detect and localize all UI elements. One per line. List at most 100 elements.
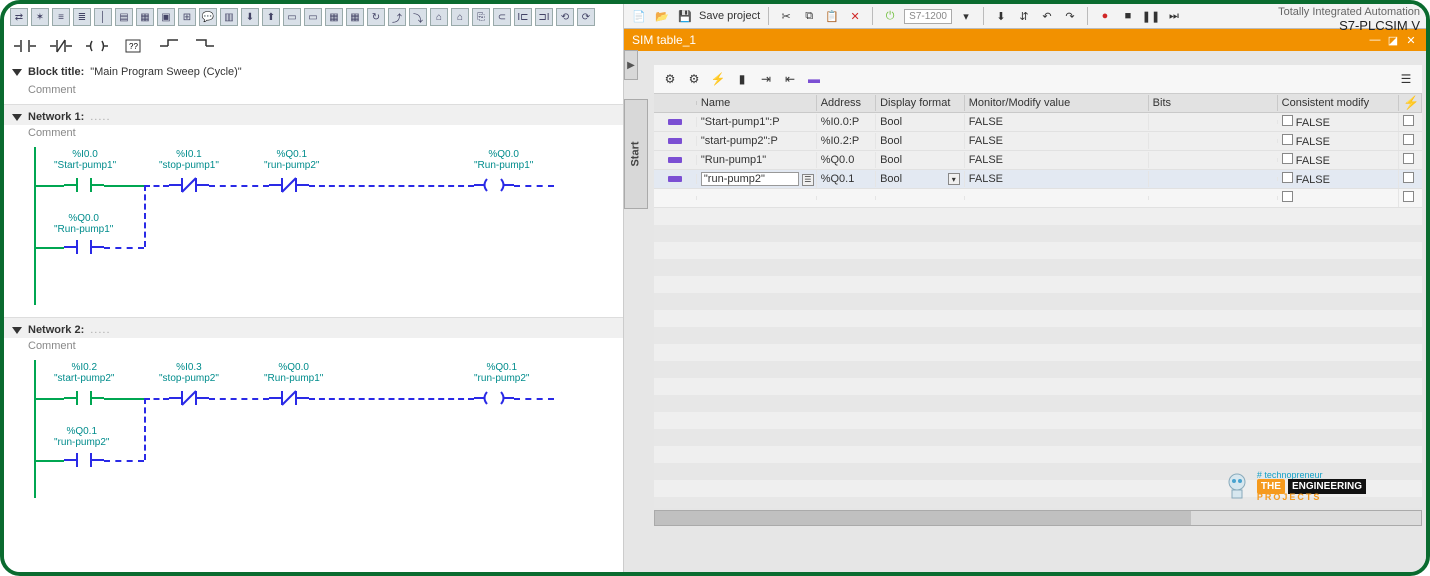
tool-icon[interactable]: ▭ xyxy=(283,8,301,26)
horizontal-scrollbar[interactable] xyxy=(654,510,1422,526)
contact-nc-icon[interactable] xyxy=(48,36,74,56)
branch-open-icon[interactable] xyxy=(156,36,182,56)
checkbox[interactable] xyxy=(1403,134,1414,145)
coil[interactable] xyxy=(474,177,514,196)
block-comment[interactable]: Comment xyxy=(4,82,623,98)
network-header[interactable]: Network 1: ..... xyxy=(4,104,623,125)
ladder-network-2[interactable]: %I0.2"start-pump2" %I0.3"stop-pump2" %Q0… xyxy=(4,354,623,504)
tag-icon[interactable]: ▬ xyxy=(804,69,824,89)
compare-icon[interactable]: ⇵ xyxy=(1015,7,1033,25)
checkbox[interactable] xyxy=(1403,115,1414,126)
close-icon[interactable]: ✕ xyxy=(1404,33,1418,47)
record-icon[interactable]: ● xyxy=(1096,7,1114,25)
table-row[interactable]: "Start-pump1":P %I0.0:P Bool FALSE FALSE xyxy=(654,113,1422,132)
contact-nc[interactable] xyxy=(169,177,209,196)
checkbox[interactable] xyxy=(1282,172,1293,183)
tool-icon[interactable]: │ xyxy=(94,8,112,26)
tool-icon[interactable]: ▮ xyxy=(732,69,752,89)
tool-icon[interactable]: ↻ xyxy=(367,8,385,26)
table-row[interactable]: "Run-pump1" %Q0.0 Bool FALSE FALSE xyxy=(654,151,1422,170)
branch-close-icon[interactable] xyxy=(192,36,218,56)
network-comment[interactable]: Comment xyxy=(4,338,623,354)
tool-icon[interactable]: ⤵ xyxy=(409,8,427,26)
contact-no[interactable] xyxy=(64,390,104,409)
save-project-button[interactable]: Save project xyxy=(699,10,760,22)
tool-icon[interactable]: ⊞ xyxy=(178,8,196,26)
col-monitor[interactable]: Monitor/Modify value xyxy=(965,95,1149,111)
tool-icon[interactable]: ✶ xyxy=(31,8,49,26)
tool-icon[interactable]: ⇄ xyxy=(10,8,28,26)
tool-icon[interactable]: ⟳ xyxy=(577,8,595,26)
box-icon[interactable]: ?? xyxy=(120,36,146,56)
tool-icon[interactable]: ⬇ xyxy=(241,8,259,26)
table-row[interactable]: "start-pump2":P %I0.2:P Bool FALSE FALSE xyxy=(654,132,1422,151)
copy-icon[interactable]: ⧉ xyxy=(800,7,818,25)
chevron-down-icon[interactable]: ▾ xyxy=(957,7,975,25)
power-icon[interactable]: ⏻ xyxy=(881,7,899,25)
options-icon[interactable]: ☰ xyxy=(1396,69,1416,89)
contact-no[interactable] xyxy=(64,239,104,258)
tool-icon[interactable]: ≡ xyxy=(52,8,70,26)
tool-icon[interactable]: 💬 xyxy=(199,8,217,26)
tool-icon[interactable]: ▥ xyxy=(220,8,238,26)
chevron-down-icon[interactable]: ▾ xyxy=(948,173,960,185)
tool-icon[interactable]: ▭ xyxy=(304,8,322,26)
table-row[interactable]: "run-pump2"☰ %Q0.1 Bool▾ FALSE FALSE xyxy=(654,170,1422,189)
collapse-icon[interactable] xyxy=(12,114,22,121)
collapse-icon[interactable] xyxy=(12,327,22,334)
ladder-network-1[interactable]: %I0.0"Start-pump1" %I0.1"stop-pump1" %Q0… xyxy=(4,141,623,311)
tool-icon[interactable]: ▦ xyxy=(346,8,364,26)
device-select[interactable]: S7-1200 xyxy=(904,9,952,24)
checkbox[interactable] xyxy=(1282,191,1293,202)
collapse-icon[interactable] xyxy=(12,69,22,76)
gear-icon[interactable]: ⚙ xyxy=(660,69,680,89)
stop-icon[interactable]: ■ xyxy=(1119,7,1137,25)
coil-icon[interactable] xyxy=(84,36,110,56)
tool-icon[interactable]: ⤴ xyxy=(388,8,406,26)
start-side-tab[interactable]: Start xyxy=(624,99,648,209)
table-row-new[interactable] xyxy=(654,189,1422,208)
redo-icon[interactable]: ↷ xyxy=(1061,7,1079,25)
tool-icon[interactable]: ⟲ xyxy=(556,8,574,26)
tool-icon[interactable]: ▦ xyxy=(136,8,154,26)
col-consistent[interactable]: Consistent modify xyxy=(1278,95,1400,111)
download-icon[interactable]: ⬇ xyxy=(992,7,1010,25)
col-format[interactable]: Display format xyxy=(876,95,965,111)
undo-icon[interactable]: ↶ xyxy=(1038,7,1056,25)
export-icon[interactable]: ⇥ xyxy=(756,69,776,89)
contact-no[interactable] xyxy=(64,452,104,471)
expand-left-icon[interactable]: ▶ xyxy=(624,50,638,80)
sim-tab-title[interactable]: SIM table_1 xyxy=(632,33,696,47)
lightning-icon[interactable]: ⚡ xyxy=(1403,95,1419,110)
col-name[interactable]: Name xyxy=(697,95,817,111)
modify-icon[interactable]: ⚡ xyxy=(708,69,728,89)
tool-icon[interactable]: ≣ xyxy=(73,8,91,26)
step-icon[interactable]: ⏭ xyxy=(1165,7,1183,25)
network-header[interactable]: Network 2: ..... xyxy=(4,317,623,338)
picker-icon[interactable]: ☰ xyxy=(802,174,814,186)
contact-nc[interactable] xyxy=(169,390,209,409)
block-title-value[interactable]: "Main Program Sweep (Cycle)" xyxy=(90,66,241,78)
checkbox[interactable] xyxy=(1403,172,1414,183)
tool-icon[interactable]: ⬆ xyxy=(262,8,280,26)
tool-icon[interactable]: I⊏ xyxy=(514,8,532,26)
network-comment[interactable]: Comment xyxy=(4,125,623,141)
save-icon[interactable]: 💾 xyxy=(676,7,694,25)
tool-icon[interactable]: ▤ xyxy=(115,8,133,26)
minimize-icon[interactable]: — xyxy=(1368,33,1382,47)
open-icon[interactable]: 📂 xyxy=(653,7,671,25)
gear-icon[interactable]: ⚙ xyxy=(684,69,704,89)
maximize-icon[interactable]: ◪ xyxy=(1386,33,1400,47)
checkbox[interactable] xyxy=(1403,153,1414,164)
contact-nc[interactable] xyxy=(269,390,309,409)
contact-no[interactable] xyxy=(64,177,104,196)
cut-icon[interactable]: ✂ xyxy=(777,7,795,25)
tool-icon[interactable]: ⊐I xyxy=(535,8,553,26)
checkbox[interactable] xyxy=(1282,115,1293,126)
contact-nc[interactable] xyxy=(269,177,309,196)
paste-icon[interactable]: 📋 xyxy=(823,7,841,25)
checkbox[interactable] xyxy=(1403,191,1414,202)
col-address[interactable]: Address xyxy=(817,95,876,111)
checkbox[interactable] xyxy=(1282,153,1293,164)
checkbox[interactable] xyxy=(1282,134,1293,145)
